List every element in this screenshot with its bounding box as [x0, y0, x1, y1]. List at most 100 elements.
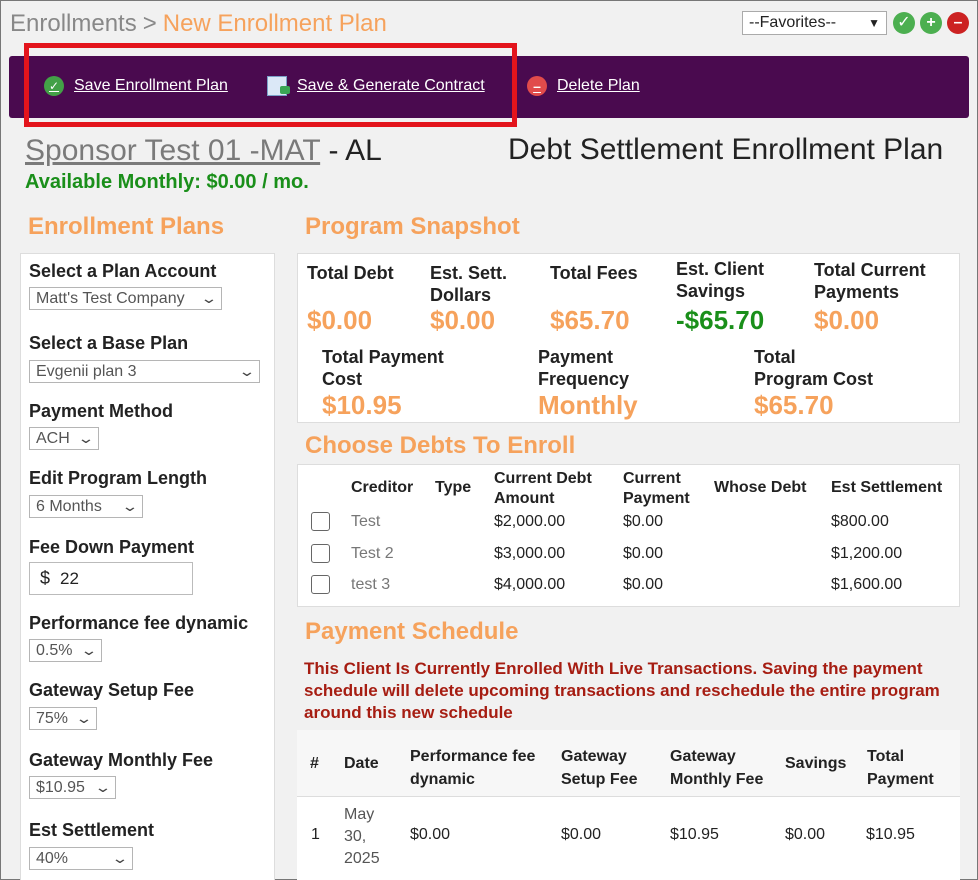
- col-current-debt: Current Debt Amount: [494, 469, 592, 509]
- check-icon[interactable]: ✓: [893, 12, 915, 34]
- col-est-settlement: Est Settlement: [831, 479, 943, 496]
- total-fees-label: Total Fees: [550, 263, 638, 283]
- program-length-label: Edit Program Length: [29, 468, 208, 488]
- save-enrollment-plan-label: Save Enrollment Plan: [74, 77, 228, 94]
- frequency-label: Payment Frequency: [538, 346, 629, 390]
- check-circle-icon: ✓: [44, 76, 64, 96]
- fee-down-label: Fee Down Payment: [29, 537, 195, 557]
- chevron-down-icon: ⌄: [77, 430, 95, 446]
- total-debt-label: Total Debt: [307, 263, 394, 283]
- perf-fee-label: Performance fee dynamic: [29, 613, 249, 633]
- delete-plan-button[interactable]: – Delete Plan: [527, 76, 640, 96]
- sched-col-total-line1: Total: [867, 748, 905, 765]
- sched-date: May 30, 2025: [344, 804, 380, 870]
- perf-fee-value: 0.5%: [36, 641, 73, 659]
- choose-debts-heading: Choose Debts To Enroll: [305, 432, 576, 459]
- debt-settlement: $800.00: [831, 513, 889, 530]
- gateway-setup-label: Gateway Setup Fee: [29, 680, 195, 700]
- client-savings-label-line2: Savings: [676, 281, 746, 301]
- minus-icon[interactable]: –: [947, 12, 969, 34]
- dollar-prefix: $: [40, 568, 51, 588]
- est-sett-value: $0.00: [430, 305, 496, 335]
- gateway-setup-select[interactable]: 75% ⌄: [29, 707, 97, 730]
- save-generate-contract-label: Save & Generate Contract: [297, 77, 485, 94]
- debt-settlement: $1,200.00: [831, 545, 903, 562]
- sched-col-perf: Performance fee dynamic: [410, 745, 535, 791]
- sponsor-link[interactable]: Sponsor Test 01 -MAT: [25, 134, 320, 167]
- current-payments-label: Total Current Payments: [814, 259, 926, 303]
- sched-col-savings: Savings: [785, 755, 847, 772]
- payment-cost-label-line2: Cost: [322, 369, 362, 389]
- est-settlement-value: 40%: [36, 849, 69, 867]
- plan-title: Debt Settlement Enrollment Plan: [508, 133, 944, 166]
- est-sett-label: Est. Sett. Dollars: [430, 262, 507, 306]
- sched-col-num: #: [310, 755, 319, 772]
- payment-method-select[interactable]: ACH ⌄: [29, 427, 99, 450]
- total-fees-value: $65.70: [550, 305, 630, 335]
- sched-savings: $0.00: [785, 826, 826, 843]
- sched-col-date: Date: [344, 755, 379, 772]
- program-snapshot-heading: Program Snapshot: [305, 213, 520, 240]
- est-sett-label-line2: Dollars: [430, 285, 492, 305]
- client-savings-label-line1: Est. Client: [676, 259, 765, 279]
- sched-date-line1: May: [344, 806, 375, 823]
- debt-checkbox[interactable]: [311, 575, 330, 594]
- plan-account-value: Matt's Test Company: [36, 289, 185, 307]
- save-generate-contract-button[interactable]: Save & Generate Contract: [267, 76, 485, 96]
- debt-payment: $0.00: [623, 545, 664, 562]
- sched-col-setup: Gateway Setup Fee: [561, 745, 637, 791]
- total-debt-value: $0.00: [307, 305, 373, 335]
- enrollment-plans-heading: Enrollment Plans: [28, 213, 225, 240]
- col-current-payment-line2: Payment: [623, 490, 690, 507]
- frequency-label-line1: Payment: [538, 347, 614, 367]
- col-current-debt-line1: Current Debt: [494, 470, 592, 487]
- breadcrumb-current: New Enrollment Plan: [162, 10, 387, 37]
- sched-col-setup-line1: Gateway: [561, 748, 627, 765]
- debt-checkbox[interactable]: [311, 544, 330, 563]
- payment-cost-label: Total Payment Cost: [322, 346, 444, 390]
- sched-col-setup-line2: Setup Fee: [561, 771, 638, 788]
- sched-col-monthly-line2: Monthly Fee: [670, 771, 764, 788]
- chevron-down-icon: ⌄: [80, 642, 98, 658]
- current-payments-label-line1: Total Current: [814, 260, 926, 280]
- col-creditor: Creditor: [351, 479, 414, 496]
- program-length-select[interactable]: 6 Months ⌄: [29, 495, 143, 518]
- favorites-select[interactable]: --Favorites-- ▼: [742, 11, 887, 35]
- col-whose-debt: Whose Debt: [714, 479, 807, 496]
- program-cost-label: Total Program Cost: [754, 346, 873, 390]
- est-settlement-select[interactable]: 40% ⌄: [29, 847, 133, 870]
- perf-fee-select[interactable]: 0.5% ⌄: [29, 639, 102, 662]
- col-current-payment: Current Payment: [623, 469, 690, 509]
- sched-col-total: Total Payment: [867, 745, 934, 791]
- payment-method-label: Payment Method: [29, 401, 174, 421]
- gateway-monthly-select[interactable]: $10.95 ⌄: [29, 776, 116, 799]
- plus-icon[interactable]: +: [920, 12, 942, 34]
- program-length-value: 6 Months: [36, 497, 102, 515]
- breadcrumb-parent[interactable]: Enrollments: [10, 10, 137, 37]
- frequency-value: Monthly: [538, 390, 638, 420]
- sched-col-total-line2: Payment: [867, 771, 934, 788]
- sched-col-monthly: Gateway Monthly Fee: [670, 745, 763, 791]
- col-type: Type: [435, 479, 472, 496]
- sponsor-state: - AL: [328, 134, 382, 167]
- plan-account-select[interactable]: Matt's Test Company ⌄: [29, 287, 222, 310]
- base-plan-select[interactable]: Evgenii plan 3 ⌄: [29, 360, 260, 383]
- client-savings-label: Est. Client Savings: [676, 258, 764, 302]
- debt-checkbox[interactable]: [311, 512, 330, 531]
- sched-perf: $0.00: [410, 826, 451, 843]
- base-plan-label: Select a Base Plan: [29, 333, 189, 353]
- sponsor-heading: Sponsor Test 01 -MAT - AL: [25, 134, 382, 168]
- program-cost-value: $65.70: [754, 390, 834, 420]
- fee-down-input[interactable]: $ 22: [29, 562, 193, 595]
- base-plan-value: Evgenii plan 3: [36, 362, 137, 380]
- client-savings-value: -$65.70: [676, 305, 765, 335]
- favorites-value: --Favorites--: [749, 14, 837, 31]
- frequency-label-line2: Frequency: [538, 369, 630, 389]
- chevron-down-icon: ⌄: [121, 498, 139, 514]
- chevron-down-icon: ▼: [868, 16, 880, 30]
- breadcrumb-separator: >: [142, 10, 157, 37]
- save-enrollment-plan-button[interactable]: ✓ Save Enrollment Plan: [44, 76, 228, 96]
- debt-creditor: Test 2: [351, 545, 394, 562]
- sched-date-line2: 30,: [344, 828, 367, 845]
- current-payments-label-line2: Payments: [814, 282, 900, 302]
